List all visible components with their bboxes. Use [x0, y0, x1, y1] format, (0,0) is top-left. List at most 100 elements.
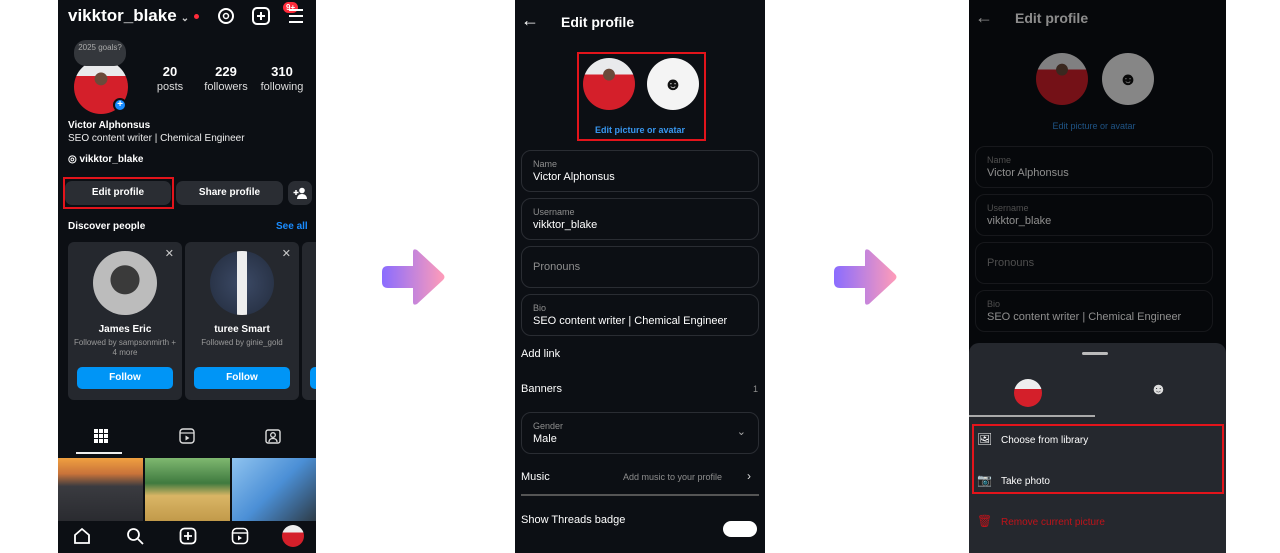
- threads-handle: vikktor_blake: [79, 154, 144, 165]
- field-value: SEO content writer | Chemical Engineer: [533, 315, 728, 327]
- threads-link[interactable]: ◎ vikktor_blake: [68, 154, 143, 165]
- edit-profile-sheet-screen: ← Edit profile ☻ Edit picture or avatar …: [969, 0, 1226, 553]
- see-all-link[interactable]: See all: [276, 221, 308, 232]
- discover-people-title: Discover people: [68, 221, 146, 232]
- threads-badge-label: Show Threads badge: [521, 514, 626, 526]
- field-label: Gender: [533, 421, 564, 431]
- share-profile-button[interactable]: Share profile: [176, 181, 283, 205]
- stat-posts[interactable]: 20 posts: [140, 64, 200, 93]
- name-field[interactable]: Name Victor Alphonsus: [521, 150, 759, 192]
- field-value: Male: [533, 433, 557, 445]
- sheet-drag-handle[interactable]: [1082, 352, 1108, 355]
- stat-following[interactable]: 310 following: [252, 64, 312, 93]
- post-grid: [58, 458, 316, 521]
- create-icon[interactable]: [176, 527, 200, 550]
- highlight-box: [63, 177, 174, 209]
- stat-followers[interactable]: 229 followers: [196, 64, 256, 93]
- story-note-bubble[interactable]: 2025 goals?: [74, 40, 126, 66]
- suggestion-followed-by: Followed by ginie_gold: [201, 338, 283, 347]
- follow-button[interactable]: [310, 367, 316, 389]
- username-label: vikktor_blake: [68, 6, 177, 25]
- field-value: Victor Alphonsus: [533, 171, 615, 183]
- username-switcher[interactable]: vikktor_blake ⌄: [68, 6, 200, 26]
- tab-profile-picture[interactable]: [1014, 379, 1042, 407]
- threads-icon[interactable]: [216, 6, 236, 26]
- tagged-icon: [265, 429, 281, 444]
- add-story-icon[interactable]: +: [113, 98, 127, 112]
- banners-row[interactable]: Banners: [521, 383, 562, 395]
- chevron-down-icon: ⌄: [180, 13, 190, 24]
- suggestion-avatar: [210, 251, 274, 315]
- bottom-nav: [58, 521, 316, 553]
- stat-label: followers: [204, 81, 248, 93]
- arrow-right-icon: [382, 249, 445, 305]
- stat-label: following: [260, 81, 304, 93]
- add-link-row[interactable]: Add link: [521, 348, 560, 360]
- divider: [521, 494, 759, 496]
- music-hint: Add music to your profile: [623, 472, 723, 482]
- field-label: Bio: [533, 303, 547, 313]
- page-title: Edit profile: [561, 14, 635, 30]
- active-tab-indicator: [76, 452, 122, 454]
- highlight-box: [577, 52, 706, 141]
- profile-nav-avatar[interactable]: [282, 525, 304, 547]
- username-field[interactable]: Username vikktor_blake: [521, 198, 759, 240]
- highlight-box: [972, 424, 1224, 494]
- grid-icon: [94, 429, 108, 443]
- field-placeholder: Pronouns: [533, 261, 581, 273]
- trash-icon: 🗑: [977, 514, 993, 528]
- option-label: Remove current picture: [1001, 517, 1105, 528]
- suggestion-avatar: [93, 251, 157, 315]
- dismiss-icon[interactable]: ✕: [165, 247, 174, 260]
- active-tab-indicator: [969, 415, 1095, 417]
- suggestion-card[interactable]: ✕ turee Smart Followed by ginie_gold Fol…: [185, 242, 299, 400]
- banners-count: 1: [753, 384, 759, 394]
- suggestion-followed-by: Followed by sampsonmirth + 4 more: [73, 338, 177, 357]
- reels-icon: [179, 428, 195, 444]
- bio-text: SEO content writer | Chemical Engineer: [68, 133, 245, 144]
- threads-badge-toggle[interactable]: [723, 521, 757, 537]
- stat-label: posts: [156, 81, 184, 93]
- full-name: Victor Alphonsus: [68, 120, 151, 131]
- tab-reels[interactable]: [144, 428, 230, 447]
- back-arrow-icon[interactable]: ←: [521, 10, 539, 31]
- suggestion-card[interactable]: ✕ James Eric Followed by sampsonmirth + …: [68, 242, 182, 400]
- tab-grid[interactable]: [58, 428, 144, 447]
- arrow-right-icon: [834, 249, 897, 305]
- create-post-icon[interactable]: [251, 6, 271, 26]
- post-thumbnail[interactable]: [58, 458, 143, 521]
- stat-value: 310: [271, 64, 293, 79]
- stat-value: 20: [162, 64, 178, 79]
- tab-avatar[interactable]: ☻: [1150, 381, 1167, 399]
- home-icon[interactable]: [70, 527, 94, 550]
- post-thumbnail[interactable]: [232, 458, 316, 521]
- threads-small-icon: ◎: [68, 154, 80, 165]
- dismiss-icon[interactable]: ✕: [282, 247, 291, 260]
- chevron-right-icon: ›: [747, 469, 751, 483]
- gender-select[interactable]: Gender Male ⌄: [521, 412, 759, 454]
- suggestion-card-partial[interactable]: [302, 242, 316, 400]
- add-person-button[interactable]: [288, 181, 312, 205]
- field-label: Username: [533, 207, 575, 217]
- pronouns-field[interactable]: Pronouns: [521, 246, 759, 288]
- chevron-down-icon: ⌄: [736, 426, 746, 438]
- follow-button[interactable]: Follow: [77, 367, 173, 389]
- remove-picture-option[interactable]: 🗑 Remove current picture: [977, 514, 1105, 528]
- tab-tagged[interactable]: [230, 428, 316, 447]
- follow-button[interactable]: Follow: [194, 367, 290, 389]
- post-thumbnail[interactable]: [145, 458, 230, 521]
- field-value: vikktor_blake: [533, 219, 598, 231]
- search-icon[interactable]: [123, 527, 147, 550]
- field-label: Name: [533, 159, 558, 169]
- suggestion-name: James Eric: [98, 324, 152, 335]
- profile-screen: vikktor_blake ⌄ 9+ 2025 goals? + 20 posts…: [58, 0, 316, 553]
- reels-nav-icon[interactable]: [228, 527, 252, 550]
- content-tabs: [58, 428, 316, 454]
- bio-field[interactable]: Bio SEO content writer | Chemical Engine…: [521, 294, 759, 336]
- edit-profile-screen: ← Edit profile ☻ Edit picture or avatar …: [515, 0, 765, 553]
- menu-icon[interactable]: [286, 6, 306, 26]
- music-row[interactable]: Music: [521, 471, 550, 483]
- notification-dot: [194, 14, 200, 20]
- stat-value: 229: [215, 64, 237, 79]
- suggestion-name: turee Smart: [214, 324, 270, 335]
